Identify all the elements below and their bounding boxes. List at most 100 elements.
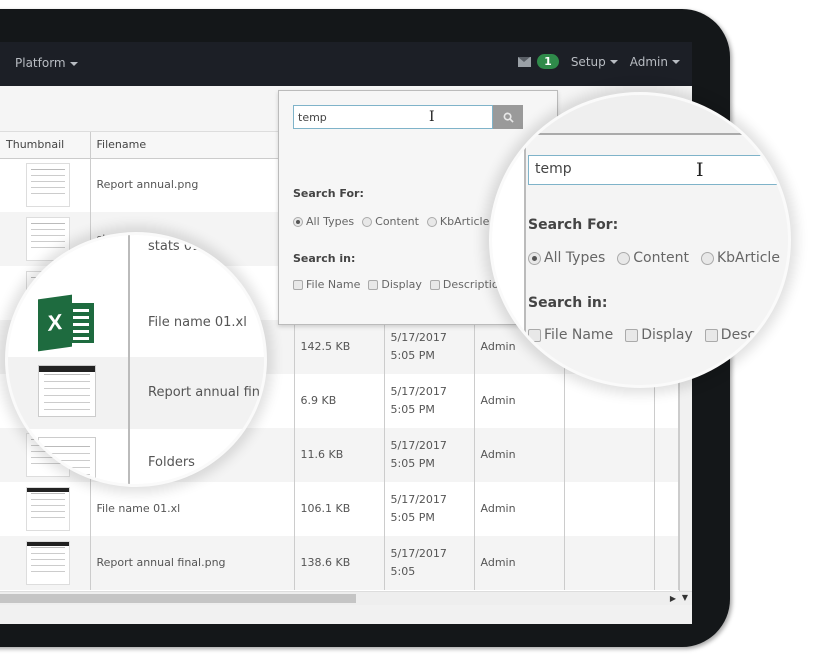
search-input[interactable] <box>293 105 493 129</box>
date-cell: 5/17/2017 5:05 PM <box>384 482 475 536</box>
magnifier-right: temp I Search For: All Types Content KbA… <box>489 92 791 388</box>
option-label: Content <box>375 215 419 228</box>
option-label: Content <box>633 250 689 266</box>
date-cell: 5/17/2017 5:05 PM <box>384 428 475 482</box>
search-for-label: Search For: <box>293 187 364 200</box>
radio-content[interactable]: Content <box>362 215 419 228</box>
extra-cell <box>564 536 655 590</box>
radio-all-types[interactable]: All Types <box>293 215 354 228</box>
thumbnail-cell <box>0 536 91 590</box>
caret-down-icon <box>672 60 680 64</box>
thumbnail-image[interactable] <box>25 487 70 531</box>
scrollbar-thumb[interactable] <box>0 594 356 603</box>
size-text: 11.6 KB <box>300 448 344 461</box>
checkbox-icon <box>368 280 379 290</box>
admin-menu[interactable]: Admin <box>630 55 680 69</box>
filename-text[interactable]: Report annual.png <box>97 178 199 191</box>
setup-label: Setup <box>570 54 606 69</box>
option-label: Descrip <box>720 327 774 343</box>
thumbnail-image <box>38 365 96 417</box>
option-label: All Types <box>544 250 606 266</box>
mag-row: stats 01. <box>8 235 264 293</box>
mag-checkbox-display: Display <box>625 327 693 343</box>
scroll-down-arrow-icon[interactable]: ▼ <box>682 593 688 602</box>
filename-text[interactable]: Report annual final.png <box>97 556 226 569</box>
date-text: 5/17/2017 5:05 PM <box>390 385 447 416</box>
mag-radio-content: Content <box>617 250 689 266</box>
radio-icon <box>362 217 373 227</box>
column-header-filename[interactable]: Filename <box>90 132 295 159</box>
caret-down-icon <box>609 60 618 64</box>
filename-cell: Report annual.png <box>90 158 295 212</box>
mag-search-for-label: Search For: <box>528 217 619 233</box>
mag-search-in-options: File Name Display Descrip <box>528 327 774 343</box>
mag-row: Report annual final <box>8 357 264 429</box>
thumbnail-cell <box>0 158 91 212</box>
checkbox-file-name[interactable]: File Name <box>293 278 360 291</box>
extra-cell-2 <box>654 482 679 536</box>
option-label: KbArticle <box>439 215 490 228</box>
option-label: Display <box>641 327 693 343</box>
search-in-label: Search in: <box>293 252 356 265</box>
filename-text[interactable]: File name 01.xl <box>97 502 181 515</box>
filename-cell: File name 01.xl <box>90 482 295 536</box>
option-label: KbArticle <box>716 250 780 266</box>
setup-menu[interactable]: Setup <box>571 55 618 69</box>
search-in-options: File Name Display Description <box>293 278 506 291</box>
text-cursor-icon: I <box>696 159 704 181</box>
user-cell: Admin <box>474 482 565 536</box>
extra-cell-2 <box>654 428 679 482</box>
date-text: 5/17/2017 5:05 PM <box>390 439 447 470</box>
magnifier-left: stats 01. File name 01.xl X Report annua… <box>5 232 267 487</box>
mag-column-divider <box>128 235 130 484</box>
mag-search-input: temp <box>528 155 778 185</box>
mag-checkbox-file-name: File Name <box>528 327 613 343</box>
radio-selected-icon <box>528 251 541 265</box>
checkbox-display[interactable]: Display <box>368 278 422 291</box>
user-cell: Admin <box>474 428 565 482</box>
mag-search-in-label: Search in: <box>528 295 608 311</box>
platform-label: Platform <box>15 56 66 70</box>
checkbox-icon <box>429 280 440 290</box>
search-for-options: All Types Content KbArticle <box>293 215 489 228</box>
checkbox-icon <box>528 328 541 342</box>
thumbnail-image[interactable] <box>25 163 70 208</box>
table-row[interactable]: Report annual final.png 138.6 KB 5/17/2017… <box>0 536 679 590</box>
mag-filename: File name 01.xl <box>148 315 247 330</box>
search-row <box>293 105 523 129</box>
scroll-right-arrow-icon[interactable]: ▶ <box>670 594 676 603</box>
checkbox-icon <box>293 280 303 290</box>
user-text: Admin <box>480 556 516 569</box>
mag-radio-kbarticle: KbArticle <box>700 250 780 266</box>
mail-icon[interactable] <box>518 56 532 67</box>
excel-x-shape: X <box>38 294 72 352</box>
thumbnail-image[interactable] <box>25 541 70 585</box>
horizontal-scrollbar[interactable]: ▶ ▼ <box>0 591 692 605</box>
mag-checkbox-description: Descrip <box>704 327 774 343</box>
notification-badge[interactable]: 1 <box>537 54 559 69</box>
platform-menu[interactable]: Platform <box>15 56 78 70</box>
date-text: 5/17/2017 5:05 PM <box>390 493 447 524</box>
extra-cell-2 <box>654 536 679 590</box>
date-cell: 5/17/2017 5:05 PM <box>384 320 475 374</box>
admin-label: Admin <box>629 54 668 69</box>
date-cell: 5/17/2017 5:05 <box>384 536 475 590</box>
radio-kbarticle[interactable]: KbArticle <box>426 215 490 228</box>
navbar-right: 1 Setup Admin <box>518 54 680 69</box>
mag-search-for-options: All Types Content KbArticle <box>528 250 788 266</box>
radio-icon <box>617 251 631 265</box>
size-text: 106.1 KB <box>300 502 351 515</box>
caret-down-icon <box>69 61 78 66</box>
radio-selected-icon <box>293 217 303 227</box>
excel-file-icon: X <box>38 294 96 352</box>
filename-cell: Report annual final.png <box>90 536 295 590</box>
mag-filename: Folders <box>148 455 195 470</box>
size-text: 138.6 KB <box>300 556 351 569</box>
user-text: Admin <box>480 502 516 515</box>
table-row[interactable]: File name 01.xl 106.1 KB 5/17/2017 5:05 PM… <box>0 482 679 536</box>
size-cell: 142.5 KB <box>294 320 385 374</box>
user-text: Admin <box>480 448 516 461</box>
column-header-thumbnail[interactable]: Thumbnail <box>0 132 91 159</box>
date-text: 5/17/2017 5:05 <box>390 547 447 578</box>
checkbox-icon <box>625 328 639 342</box>
